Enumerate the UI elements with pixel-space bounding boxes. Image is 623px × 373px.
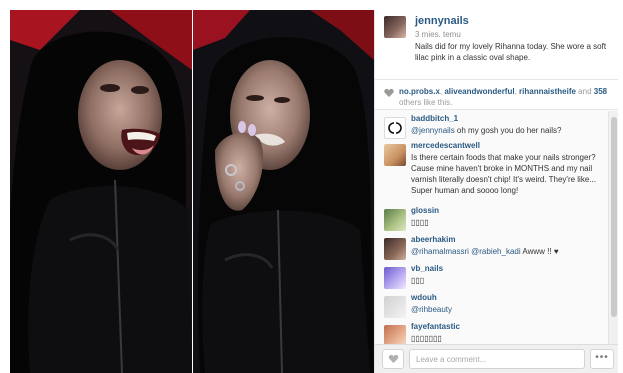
comment-username[interactable]: vb_nails [411,264,443,273]
like-user-link[interactable]: rihannaistheife [519,87,576,96]
user-avatar[interactable] [384,296,406,318]
likes-suffix: others like this. [399,98,453,107]
comment-body: Is there certain foods that make your na… [411,153,596,195]
comment-username[interactable]: mercedescantwell [411,141,480,150]
post-photo[interactable] [10,10,374,373]
comment-username[interactable]: fayefantastic [411,322,460,331]
comment-text: @jennynails oh my gosh you do her nails? [411,125,603,136]
comment-username[interactable]: glossin [411,206,439,215]
comment-mention[interactable]: @jennynails [411,126,455,135]
comment-username[interactable]: wdouh [411,293,437,302]
comment-text: @rihbeauty [411,304,603,315]
scrollbar-thumb[interactable] [611,117,617,317]
comment-text: @rihamalmassri @rabieh_kadi Awww !! ♥ [411,246,603,257]
user-avatar[interactable] [384,144,406,166]
comment-username[interactable]: abeerhakim [411,235,455,244]
comment-body: Awww !! ♥ [520,247,559,256]
likes-section: no.probs.x, aliveandwonderful, rihannais… [375,80,618,110]
comment-footer: ••• [375,344,618,373]
post-caption: Nails did for my lovely Rihanna today. S… [415,42,607,62]
comment-mention[interactable]: @rihamalmassri @rabieh_kadi [411,247,521,256]
author-avatar[interactable] [384,16,406,38]
comment-body: ▯▯▯▯▯▯▯ [411,334,442,343]
post-header: jennynails 3 mies. temu Nails did for my… [375,10,618,80]
user-avatar[interactable] [384,238,406,260]
likes-count-link[interactable]: 358 [594,87,607,96]
comment-body: ▯▯▯▯ [411,218,429,227]
comments-scrollbar[interactable] [608,111,618,344]
like-user-link[interactable]: no.probs.x [399,87,440,96]
user-avatar[interactable] [384,267,406,289]
heart-icon [388,354,399,363]
comment-body: ▯▯▯ [411,276,425,285]
like-button[interactable] [382,349,404,369]
comment-username[interactable]: baddbitch_1 [411,114,458,123]
comment-mention[interactable]: @rihbeauty [411,305,452,314]
post-image [10,10,374,373]
chanel-logo-icon[interactable] [384,117,406,139]
user-avatar[interactable] [384,209,406,231]
post-timestamp[interactable]: 3 mies. temu [415,30,461,39]
comment-input[interactable] [409,349,585,369]
likes-and: and [578,87,592,96]
post-detail-panel: jennynails 3 mies. temu Nails did for my… [374,10,618,373]
comment-body: oh my gosh you do her nails? [454,126,562,135]
comments-list: baddbitch_1 @jennynails oh my gosh you d… [375,111,608,344]
like-user-link[interactable]: aliveandwonderful [444,87,514,96]
instagram-post-page: jennynails 3 mies. temu Nails did for my… [0,0,623,373]
heart-icon [384,88,394,97]
more-options-button[interactable]: ••• [590,349,614,369]
likes-text: no.probs.x, aliveandwonderful, rihannais… [399,87,608,107]
user-avatar[interactable] [384,325,406,344]
author-username[interactable]: jennynails [415,15,469,27]
